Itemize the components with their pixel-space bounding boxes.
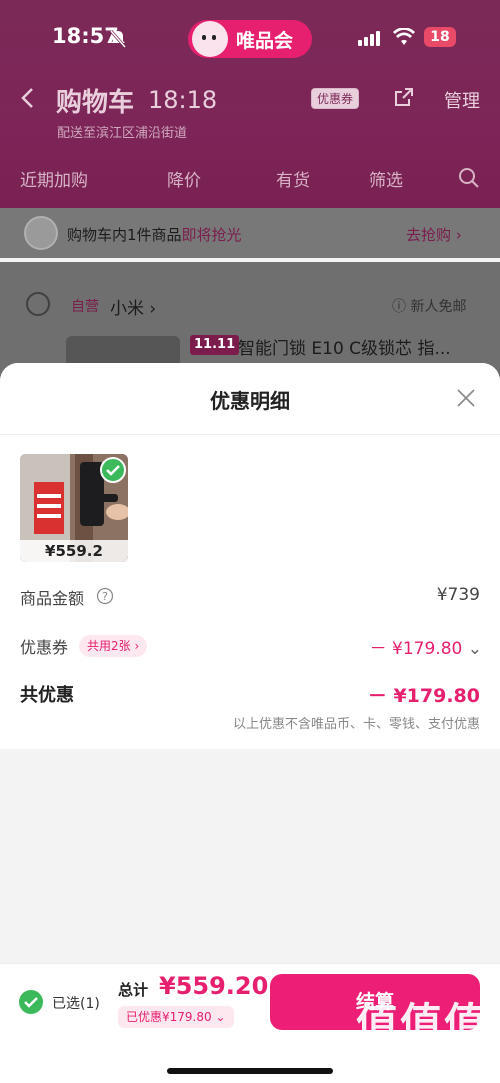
watermark-url: zhizhizhi.com [371,1048,473,1064]
store-checkbox[interactable] [26,292,50,316]
cart-countdown: 18:18 [148,86,218,114]
status-time: 18:57 [52,24,119,48]
total-label: 总计 [118,981,149,999]
coupon-chip-label: 共用2张 [87,639,131,653]
share-icon[interactable] [394,87,414,107]
brand-logo: 唯品会 [188,20,312,58]
sheet-header: 优惠明细 [0,363,500,435]
total-discount-value: － ¥179.80 [367,685,480,707]
coupon-discount-value[interactable]: － ¥179.80 ⌄ [370,634,482,659]
product-image: ¥559.2 [20,454,128,562]
wifi-icon [393,27,415,50]
product-avatar [24,216,58,250]
discount-detail: ¥559.2 商品金额 ? ¥739 优惠券 共用2张 › － ¥179.80 … [0,435,500,749]
back-icon[interactable] [18,86,38,110]
battery-indicator: 18 [424,27,456,47]
store-name[interactable]: 小米 › [110,294,156,319]
cellular-signal-icon [358,31,380,46]
new-user-free-shipping[interactable]: ⓘ 新人免邮 [392,296,466,316]
filter-bar: 近期加购 降价 有货 筛选 [0,166,500,194]
close-icon[interactable] [455,387,477,409]
search-icon[interactable] [458,167,480,189]
select-all-icon[interactable] [19,990,43,1014]
saved-amount-chip[interactable]: 已优惠¥179.80 ⌄ [118,1006,234,1028]
goods-amount-label: 商品金额 [20,589,85,608]
coupon-count-chip[interactable]: 共用2张 › [79,635,148,657]
coupon-button[interactable]: 优惠券 [311,88,360,109]
filter-screen[interactable]: 筛选 [369,166,403,191]
filter-recent[interactable]: 近期加购 [20,166,88,191]
product-price: ¥559.2 [20,540,128,562]
self-operated-tag: 自营 [71,299,99,315]
notice-action[interactable]: 去抢购 › [406,224,462,245]
page-title: 购物车 [56,88,135,118]
notice-highlight: 即将抢光 [181,226,242,244]
total-amount: ¥559.20 [159,972,269,1000]
brand-name: 唯品会 [236,29,294,52]
product-title[interactable]: 智能门锁 E10 C级锁芯 指... [238,334,451,359]
delivery-address[interactable]: 配送至滨江区浦沿街道 [57,122,187,141]
goods-amount-value: ¥739 [436,585,480,605]
new-user-label: 新人免邮 [410,299,467,315]
notice-action-label: 去抢购 [406,226,452,244]
promo-badge: 11.11 [190,335,240,355]
svg-text:?: ? [102,590,108,603]
total-discount-label: 共优惠 [20,685,74,706]
filter-price-drop[interactable]: 降价 [167,166,201,191]
watermark: 值值值 zhizhizhi.com [352,999,492,1065]
notice-message: 购物车内1件商品 [67,226,182,244]
manage-button[interactable]: 管理 [444,87,480,113]
sheet-title: 优惠明细 [210,389,290,413]
coupon-value-text: － ¥179.80 [369,639,463,659]
saved-amount-text: 已优惠¥179.80 [126,1010,212,1024]
watermark-logo: 值值值 [355,999,488,1048]
selected-check-icon [100,457,126,483]
help-icon[interactable]: ? [96,587,114,605]
coupon-label: 优惠券 [20,638,69,657]
store-name-label: 小米 [110,299,144,319]
chevron-down-icon: ⌄ [467,639,482,659]
selected-count[interactable]: 已选(1) [52,993,100,1013]
notice-text: 购物车内1件商品即将抢光 [67,224,242,245]
discount-note: 以上优惠不含唯品币、卡、零钱、支付优惠 [232,717,480,732]
brand-mascot-icon [192,21,228,57]
home-indicator [167,1068,333,1074]
filter-in-stock[interactable]: 有货 [276,166,310,191]
mute-icon [109,30,127,52]
